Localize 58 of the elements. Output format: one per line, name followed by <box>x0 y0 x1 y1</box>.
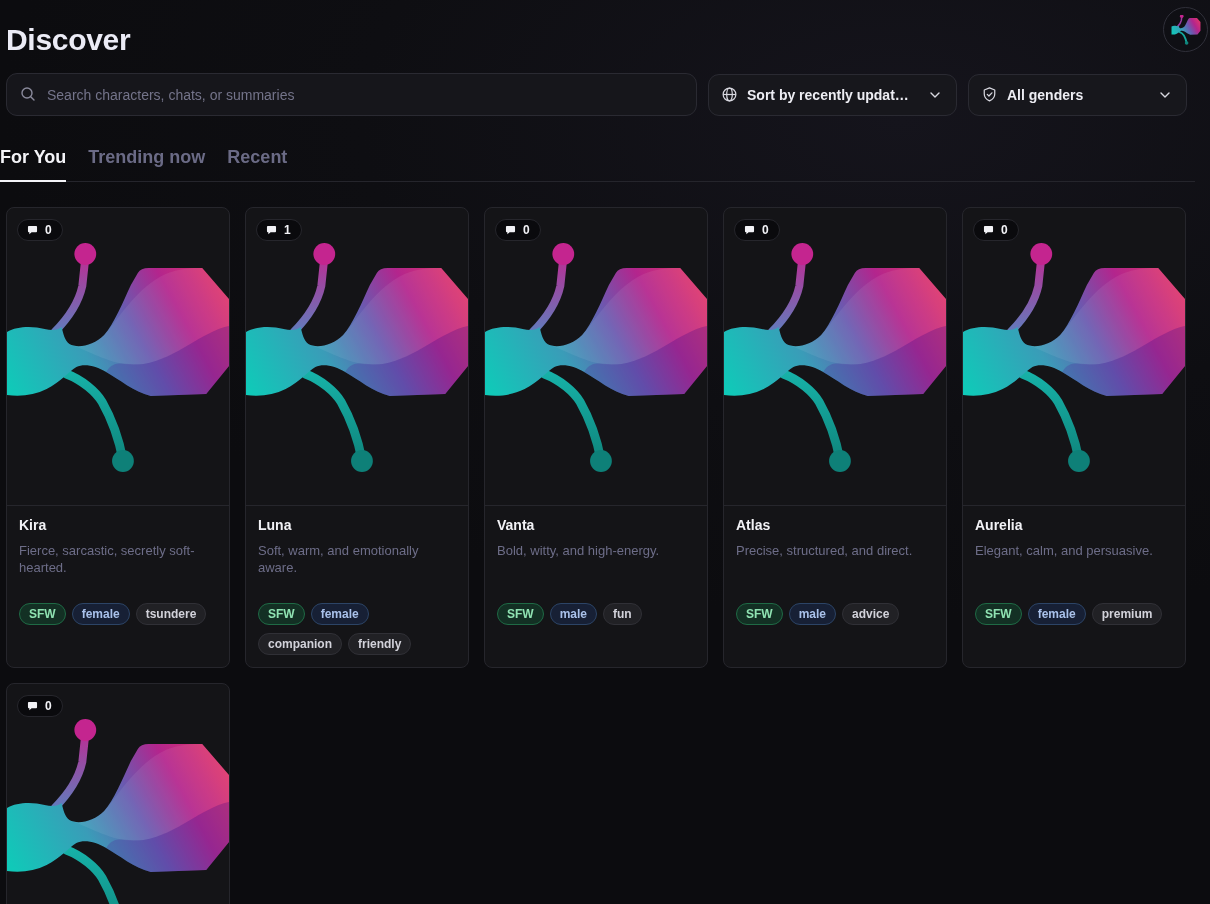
tab[interactable]: Recent <box>227 145 288 182</box>
comment-count: 0 <box>523 223 530 237</box>
character-description: Elegant, calm, and persuasive. <box>975 542 1154 560</box>
character-name: Luna <box>258 516 293 534</box>
character-card[interactable]: 0 Vanta Bold, witty, and high-energy. SFW male fun <box>484 207 708 668</box>
search-field[interactable]: Search characters, chats, or summaries <box>6 73 697 116</box>
chevron-down-icon <box>930 91 940 98</box>
logo-icon <box>1170 14 1201 45</box>
topic-tag: fun <box>603 603 642 625</box>
chat-bubble-icon <box>27 701 38 711</box>
profile-button[interactable] <box>1163 7 1208 52</box>
topic-tag: companion <box>258 633 342 655</box>
page-title: Discover <box>6 22 131 58</box>
gender-tag: female <box>310 603 369 625</box>
gender-tag: male <box>788 603 837 625</box>
comment-count: 0 <box>45 223 52 237</box>
filter-dropdown[interactable]: All genders <box>968 73 1187 116</box>
character-card[interactable]: 0 <box>6 683 230 904</box>
chat-bubble-icon <box>27 225 38 235</box>
character-card[interactable]: 1 Luna Soft, warm, and emotionally aware. SFW female companion friendly <box>245 207 469 668</box>
character-description: Soft, warm, and emotionally aware. <box>258 542 420 576</box>
comment-count: 0 <box>762 223 769 237</box>
chat-bubble-icon <box>983 225 994 235</box>
chat-bubble-icon <box>744 225 755 235</box>
character-card[interactable]: 0 Aurelia Elegant, calm, and persuasive. SFW female premium <box>962 207 1186 668</box>
topic-tag: premium <box>1091 603 1163 625</box>
filter-dropdown[interactable]: Sort by recently updat… <box>708 73 957 116</box>
topic-tag: tsundere <box>135 603 207 625</box>
comment-count: 0 <box>1001 223 1008 237</box>
tab[interactable]: Trending now <box>88 145 206 182</box>
rating-tag: SFW <box>19 603 66 625</box>
rating-tag: SFW <box>258 603 305 625</box>
gender-tag: female <box>1027 603 1086 625</box>
character-card[interactable]: 0 Kira Fierce, sarcastic, secretly soft-hearted. SFW female tsundere <box>6 207 230 668</box>
rating-tag: SFW <box>497 603 544 625</box>
comment-count: 1 <box>284 223 291 237</box>
chevron-down-icon <box>1160 91 1170 98</box>
topic-tag: advice <box>842 603 900 625</box>
gender-tag: female <box>71 603 130 625</box>
character-description: Precise, structured, and direct. <box>736 542 914 560</box>
gender-tag: male <box>549 603 598 625</box>
tab[interactable]: For You <box>0 145 67 182</box>
topic-tag: friendly <box>348 633 412 655</box>
character-name: Kira <box>19 516 48 534</box>
chat-bubble-icon <box>266 225 277 235</box>
character-name: Atlas <box>736 516 772 534</box>
comment-count: 0 <box>45 699 52 713</box>
rating-tag: SFW <box>736 603 783 625</box>
character-card[interactable]: 0 Atlas Precise, structured, and direct. SFW male advice <box>723 207 947 668</box>
character-name: Vanta <box>497 516 536 534</box>
shield-check-icon <box>982 87 997 102</box>
chat-bubble-icon <box>505 225 516 235</box>
rating-tag: SFW <box>975 603 1022 625</box>
character-description: Fierce, sarcastic, secretly soft-hearted. <box>19 542 196 576</box>
globe-icon <box>722 87 737 102</box>
search-icon <box>21 87 35 101</box>
character-description: Bold, witty, and high-energy. <box>497 542 661 560</box>
character-name: Aurelia <box>975 516 1024 534</box>
